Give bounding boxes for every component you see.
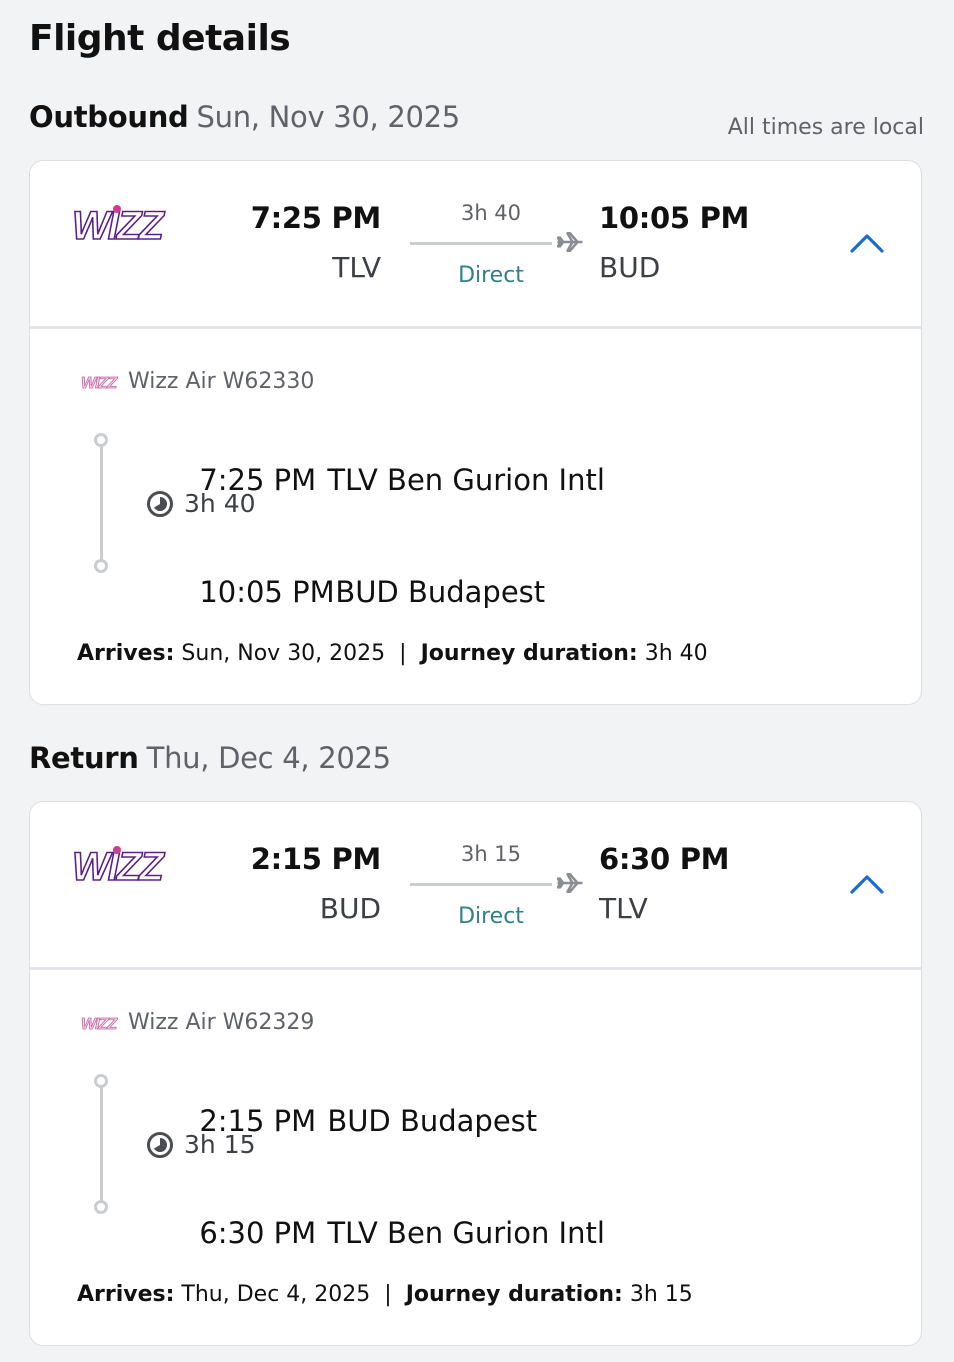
journey-summary: Arrives: Sun, Nov 30, 2025 | Journey durat…	[77, 641, 708, 666]
segment-arrival: 10:05 PMBUD Budapest	[144, 541, 545, 643]
summary-separator: |	[384, 1282, 392, 1307]
arrival-code: BUD	[599, 251, 661, 284]
segment-arrival-time: 6:30 PM	[199, 1216, 317, 1250]
arrives-label: Arrives:	[77, 641, 175, 666]
airline-row: WIZZ Wizz Air W62330	[80, 369, 315, 394]
stops-label: Direct	[458, 904, 524, 929]
svg-text:WIZZ: WIZZ	[81, 375, 118, 392]
arrives-label: Arrives:	[77, 1282, 175, 1307]
summary-separator: |	[399, 641, 407, 666]
segment-arrival: 6:30 PM TLV Ben Gurion Intl	[144, 1182, 605, 1284]
outbound-details: WIZZ Wizz Air W62330 7:25 PM TLV Ben Guri…	[30, 329, 921, 704]
departure-time: 2:15 PM	[250, 842, 382, 876]
outbound-date: Sun, Nov 30, 2025	[196, 100, 461, 134]
chevron-up-icon	[850, 875, 884, 894]
timeline-start-dot	[94, 433, 108, 447]
segment-departure-place: BUD Budapest	[327, 1104, 538, 1138]
segment-departure-place: TLV Ben Gurion Intl	[327, 463, 605, 497]
return-date: Thu, Dec 4, 2025	[146, 741, 391, 775]
journey-duration-label: Journey duration:	[405, 1282, 623, 1307]
arrives-value: Sun, Nov 30, 2025	[181, 641, 386, 666]
wizz-air-logo: WIZZ	[81, 374, 120, 392]
plane-icon	[556, 232, 583, 252]
arrival-code: TLV	[599, 892, 648, 925]
segment-duration: 3h 15	[184, 1130, 256, 1159]
return-summary-row[interactable]: WIZZ 2:15 PM BUD 3h 15 Direct 6:30 PM TL…	[30, 802, 921, 970]
segment-duration: 3h 40	[184, 489, 256, 518]
outbound-summary-row[interactable]: WIZZ 7:25 PM TLV 3h 40 Direct 10:05 PM B…	[30, 161, 921, 329]
journey-duration-value: 3h 40	[644, 641, 708, 666]
arrives-value: Thu, Dec 4, 2025	[181, 1282, 371, 1307]
arrival-time: 10:05 PM	[599, 201, 750, 235]
segment-duration-row: 3h 40	[146, 489, 256, 518]
airline-row: WIZZ Wizz Air W62329	[80, 1010, 315, 1035]
chevron-up-icon	[850, 234, 884, 253]
return-flight-card: WIZZ 2:15 PM BUD 3h 15 Direct 6:30 PM TL…	[29, 801, 922, 1346]
journey-summary: Arrives: Thu, Dec 4, 2025 | Journey durati…	[77, 1282, 693, 1307]
departure-time: 7:25 PM	[250, 201, 382, 235]
return-label: Return	[29, 741, 139, 775]
segment-arrival-place: TLV Ben Gurion Intl	[327, 1216, 605, 1250]
journey-duration-label: Journey duration:	[420, 641, 638, 666]
departure-code: BUD	[319, 892, 381, 925]
wizz-air-logo: WIZZ	[81, 1015, 120, 1033]
clock-icon	[147, 490, 173, 517]
page-title: Flight details	[29, 18, 291, 59]
return-details: WIZZ Wizz Air W62329 2:15 PM BUD Budapest…	[30, 970, 921, 1345]
timeline-track	[100, 442, 103, 564]
outbound-flight-card: WIZZ 7:25 PM TLV 3h 40 Direct 10:05 PM B…	[29, 160, 922, 705]
segment-arrival-place: BUD Budapest	[335, 575, 546, 609]
flight-duration: 3h 15	[460, 842, 522, 866]
arrival-time: 6:30 PM	[599, 842, 730, 876]
airline-flight-number: Wizz Air W62329	[128, 1010, 315, 1035]
stops-label: Direct	[458, 263, 524, 288]
timeline-track	[100, 1083, 103, 1205]
route-line	[410, 242, 552, 245]
airline-flight-number: Wizz Air W62330	[128, 369, 315, 394]
svg-text:WIZZ: WIZZ	[81, 1016, 118, 1033]
times-local-note: All times are local	[727, 115, 924, 140]
segment-arrival-time: 10:05 PM	[199, 575, 335, 609]
flight-duration: 3h 40	[460, 201, 522, 225]
collapse-button[interactable]	[842, 864, 892, 904]
timeline-end-dot	[94, 1200, 108, 1214]
timeline-end-dot	[94, 559, 108, 573]
wizz-air-logo: WIZZ	[71, 203, 168, 249]
plane-icon	[556, 873, 583, 893]
departure-code: TLV	[332, 251, 381, 284]
outbound-section-heading: Outbound Sun, Nov 30, 2025	[29, 100, 460, 134]
route-line	[410, 883, 552, 886]
wizz-air-logo: WIZZ	[71, 844, 168, 890]
collapse-button[interactable]	[842, 223, 892, 263]
timeline-start-dot	[94, 1074, 108, 1088]
return-section-heading: Return Thu, Dec 4, 2025	[29, 741, 391, 775]
journey-duration-value: 3h 15	[629, 1282, 693, 1307]
outbound-label: Outbound	[29, 100, 189, 134]
clock-icon	[147, 1131, 173, 1158]
segment-duration-row: 3h 15	[146, 1130, 256, 1159]
